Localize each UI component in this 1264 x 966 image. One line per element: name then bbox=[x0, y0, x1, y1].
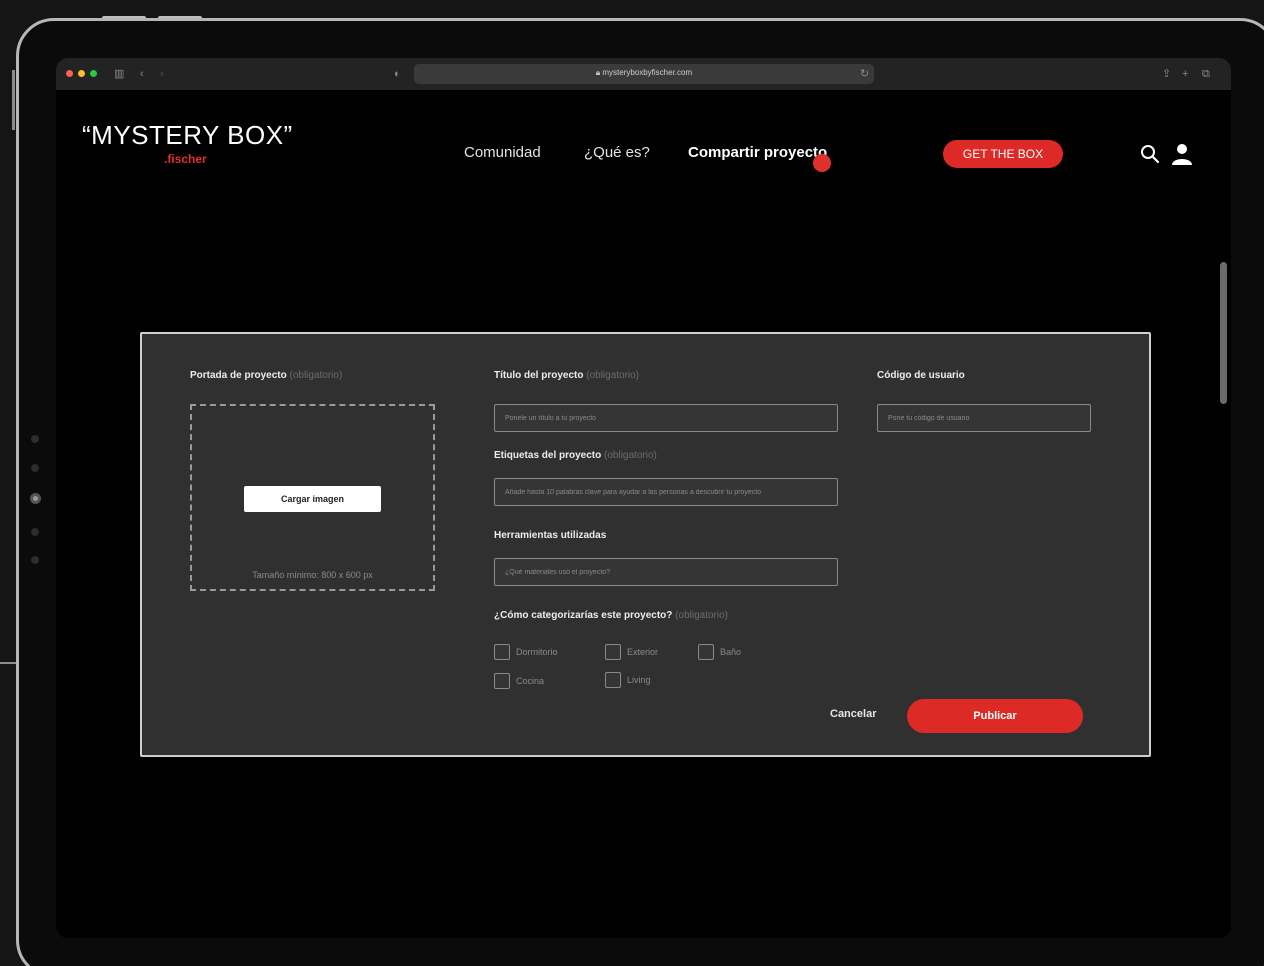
cover-dropzone[interactable]: Cargar imagen Tamaño mínimo: 800 x 600 p… bbox=[190, 404, 435, 591]
cover-label-text: Portada de proyecto bbox=[190, 370, 287, 381]
share-icon[interactable]: ⇪ bbox=[1162, 66, 1171, 82]
project-title-label: Título del proyecto (obligatorio) bbox=[494, 370, 639, 381]
checkbox-box[interactable] bbox=[494, 673, 510, 689]
url-value: mysteryboxbyfischer.com bbox=[602, 68, 693, 77]
bezel-dot bbox=[31, 435, 39, 443]
checkbox-label: Dormitorio bbox=[516, 647, 558, 657]
page-scrollbar[interactable] bbox=[1220, 262, 1227, 404]
required-note: (obligatorio) bbox=[586, 370, 640, 381]
checkbox-label: Exterior bbox=[627, 647, 659, 657]
bezel-dot bbox=[31, 464, 39, 472]
categories-label: ¿Cómo categorizarías este proyecto? (obl… bbox=[494, 610, 728, 621]
scene: ▥ ‹ › ◐ 🔒︎ mysteryboxbyfischer.com ↻ ⇪ +… bbox=[0, 0, 1264, 966]
logo-subtitle: .fischer bbox=[164, 152, 207, 166]
cover-label: Portada de proyecto (obligatorio) bbox=[190, 370, 342, 381]
sidebar-toggle-icon[interactable]: ▥ bbox=[114, 66, 124, 82]
tools-label: Herramientas utilizadas bbox=[494, 530, 607, 541]
url-text: 🔒︎ mysteryboxbyfischer.com bbox=[414, 68, 874, 78]
search-icon[interactable] bbox=[1138, 142, 1162, 166]
required-note: (obligatorio) bbox=[675, 610, 728, 621]
checkbox-box[interactable] bbox=[698, 644, 714, 660]
zoom-window-button[interactable] bbox=[90, 70, 97, 77]
tools-input[interactable] bbox=[494, 558, 838, 586]
checkbox-box[interactable] bbox=[605, 644, 621, 660]
tabs-overview-icon[interactable]: ⧉ bbox=[1202, 66, 1210, 82]
desk-edge-line bbox=[0, 662, 16, 664]
user-icon[interactable] bbox=[1170, 142, 1194, 166]
browser-toolbar: ▥ ‹ › ◐ 🔒︎ mysteryboxbyfischer.com ↻ ⇪ +… bbox=[56, 58, 1231, 90]
checkbox-box[interactable] bbox=[605, 672, 621, 688]
required-note: (obligatorio) bbox=[604, 450, 657, 461]
user-code-input[interactable] bbox=[877, 404, 1091, 432]
address-bar[interactable]: 🔒︎ mysteryboxbyfischer.com bbox=[414, 64, 874, 84]
category-checkbox-living[interactable]: Living bbox=[605, 672, 651, 688]
category-checkbox-dormitorio[interactable]: Dormitorio bbox=[494, 644, 558, 660]
site-header: “MYSTERY BOX” .fischer bbox=[56, 90, 1231, 190]
shield-icon[interactable]: ◐ bbox=[394, 66, 401, 82]
checkbox-box[interactable] bbox=[494, 644, 510, 660]
checkbox-label: Living bbox=[627, 675, 651, 685]
publish-button[interactable]: Publicar bbox=[907, 699, 1083, 733]
logo-title[interactable]: “MYSTERY BOX” bbox=[82, 120, 293, 151]
bezel-dot bbox=[31, 556, 39, 564]
tablet-screen: ▥ ‹ › ◐ 🔒︎ mysteryboxbyfischer.com ↻ ⇪ +… bbox=[56, 58, 1231, 938]
project-tags-input[interactable] bbox=[494, 478, 838, 506]
category-checkbox-bano[interactable]: Baño bbox=[698, 644, 741, 660]
nav-compartir-proyecto[interactable]: Compartir proyecto bbox=[688, 144, 827, 161]
nav-comunidad[interactable]: Comunidad bbox=[464, 144, 541, 161]
nav-que-es[interactable]: ¿Qué es? bbox=[584, 144, 650, 161]
bezel-dot bbox=[31, 528, 39, 536]
project-title-label-text: Título del proyecto bbox=[494, 370, 584, 381]
reload-icon[interactable]: ↻ bbox=[860, 66, 869, 82]
upload-image-button[interactable]: Cargar imagen bbox=[244, 486, 381, 512]
categories-label-text: ¿Cómo categorizarías este proyecto? bbox=[494, 610, 673, 621]
forward-arrow-icon[interactable]: › bbox=[160, 66, 164, 82]
project-tags-label-text: Etiquetas del proyecto bbox=[494, 450, 602, 461]
new-tab-icon[interactable]: + bbox=[1182, 66, 1188, 82]
project-tags-label: Etiquetas del proyecto (obligatorio) bbox=[494, 450, 657, 461]
category-checkbox-exterior[interactable]: Exterior bbox=[605, 644, 658, 660]
cursor-pointer bbox=[813, 154, 831, 172]
project-title-input[interactable] bbox=[494, 404, 838, 432]
upload-size-note: Tamaño mínimo: 800 x 600 px bbox=[252, 570, 373, 580]
required-note: (obligatorio) bbox=[289, 370, 343, 381]
category-checkbox-cocina[interactable]: Cocina bbox=[494, 673, 544, 689]
share-project-form: Portada de proyecto (obligatorio) Cargar… bbox=[140, 332, 1151, 757]
close-window-button[interactable] bbox=[66, 70, 73, 77]
cancel-button[interactable]: Cancelar bbox=[830, 708, 876, 720]
get-the-box-button[interactable]: GET THE BOX bbox=[943, 140, 1063, 168]
minimize-window-button[interactable] bbox=[78, 70, 85, 77]
desk-edge-line bbox=[12, 70, 15, 130]
user-code-label: Código de usuario bbox=[877, 370, 965, 381]
checkbox-label: Cocina bbox=[516, 676, 545, 686]
camera-icon bbox=[30, 493, 41, 504]
back-arrow-icon[interactable]: ‹ bbox=[140, 66, 144, 82]
checkbox-label: Baño bbox=[720, 647, 742, 657]
